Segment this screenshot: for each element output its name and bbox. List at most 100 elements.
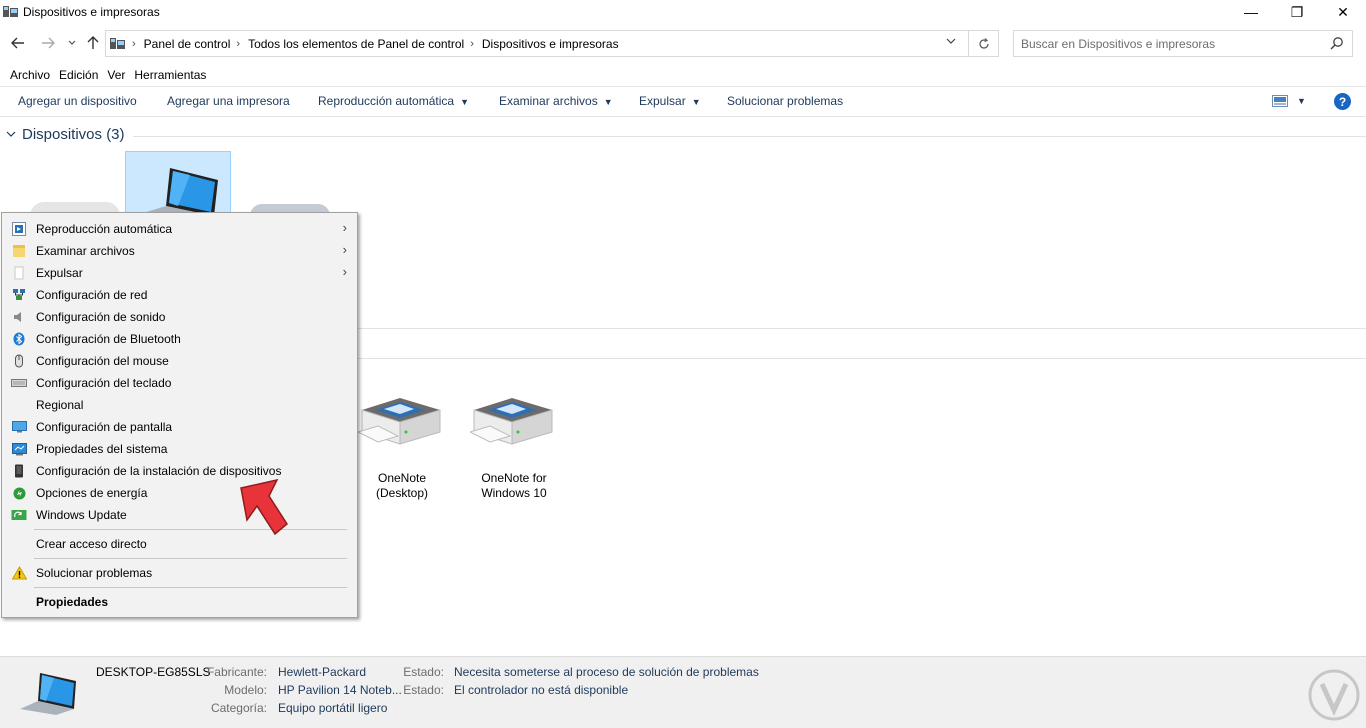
printer-name-line2: Windows 10 [481,486,547,500]
help-icon[interactable]: ? [1334,93,1351,110]
menu-item-network[interactable]: Configuración de red [4,284,355,306]
close-button[interactable]: ✕ [1320,0,1366,24]
model-label: Modelo: [224,683,267,697]
search-icon[interactable] [1330,36,1344,53]
red-arrow-icon [240,478,288,536]
add-device-button[interactable]: Agregar un dispositivo [18,94,137,108]
maximize-button[interactable]: ❐ [1274,0,1320,24]
submenu-arrow-icon: › [342,264,347,279]
add-printer-button[interactable]: Agregar una impresora [167,94,290,108]
printer-name-line1: OneNote [377,471,427,485]
breadcrumb-control-panel[interactable]: Panel de control [144,37,231,51]
address-bar[interactable]: › Panel de control › Todos los elementos… [105,30,999,57]
mouse-icon [11,353,27,369]
forward-arrow-icon[interactable] [38,33,58,53]
menu-item-label: Windows Update [36,508,127,522]
autoplay-button[interactable]: Reproducción automática ▼ [318,94,469,108]
menu-item-troubleshoot[interactable]: Solucionar problemas [4,562,355,584]
menu-herramientas[interactable]: Herramientas [131,66,212,86]
minimize-button[interactable]: — [1228,0,1274,24]
menu-item-system-properties[interactable]: Propiedades del sistema [4,438,355,460]
menu-item-device-installation[interactable]: Configuración de la instalación de dispo… [4,460,355,482]
search-box[interactable] [1013,30,1353,57]
submenu-arrow-icon: › [342,242,347,257]
menu-item-regional[interactable]: Regional [4,394,355,416]
menu-item-keyboard[interactable]: Configuración del teclado [4,372,355,394]
dropdown-caret-icon: ▼ [603,97,613,107]
eject-button[interactable]: Expulsar ▼ [639,94,701,108]
menu-item-label: Propiedades [36,595,109,609]
menu-item-bluetooth[interactable]: Configuración de Bluetooth [4,328,355,350]
warning-icon [11,565,27,581]
breadcrumb-separator-icon[interactable]: › [236,38,240,50]
autoplay-icon [11,221,27,237]
menu-item-label: Configuración de sonido [36,310,166,324]
bluetooth-icon [11,331,27,347]
printer-icon[interactable] [358,396,442,448]
command-bar: Agregar un dispositivo Agregar una impre… [0,86,1366,117]
search-input[interactable] [1014,36,1314,51]
menu-item-label: Reproducción automática [36,222,173,236]
menu-item-label: Regional [36,398,84,412]
breadcrumb-separator-icon[interactable]: › [132,38,136,50]
folder-icon [11,243,27,259]
menu-item-sound[interactable]: Configuración de sonido [4,306,355,328]
title-bar: Dispositivos e impresoras [0,0,1366,24]
menu-separator [34,587,347,588]
menu-item-label: Opciones de energía [36,486,148,500]
menu-item-create-shortcut[interactable]: Crear acceso directo [4,533,355,555]
menu-archivo[interactable]: Archivo [0,66,56,86]
printer-icon[interactable] [470,396,554,448]
refresh-icon[interactable] [968,31,998,56]
printer-label[interactable]: OneNote for Windows 10 [459,471,569,501]
menu-item-label: Solucionar problemas [36,566,153,580]
menu-item-label: Configuración del teclado [36,376,172,390]
up-arrow-icon[interactable] [83,33,103,53]
breadcrumb-all-items[interactable]: Todos los elementos de Panel de control [248,37,464,51]
menu-separator [34,558,347,559]
devices-group-header[interactable]: Dispositivos (3) [6,126,125,143]
menu-item-power-options[interactable]: Opciones de energía [4,482,355,504]
menu-item-label: Configuración de red [36,288,148,302]
collapse-chevron-icon[interactable] [6,129,16,141]
category-value: Equipo portátil ligero [278,701,388,715]
laptop-icon[interactable] [140,162,220,218]
menu-item-properties[interactable]: Propiedades [4,591,355,613]
manufacturer-value: Hewlett-Packard [278,665,367,679]
menu-edicion[interactable]: Edición [56,66,104,86]
recent-locations-chevron-icon[interactable] [62,33,82,53]
menu-item-display[interactable]: Configuración de pantalla [4,416,355,438]
menu-item-eject[interactable]: Expulsar › [4,262,355,284]
group-divider [356,328,1366,329]
control-panel-icon [110,37,125,49]
details-pane: DESKTOP-EG85SLS Fabricante: Hewlett-Pack… [0,656,1366,728]
speaker-icon [11,309,27,325]
eject-icon [11,265,27,281]
menu-item-browse-files[interactable]: Examinar archivos › [4,240,355,262]
breadcrumb-separator-icon[interactable]: › [470,38,474,50]
browse-files-button[interactable]: Examinar archivos ▼ [499,94,613,108]
menu-item-label: Configuración de pantalla [36,420,173,434]
menu-item-windows-update[interactable]: Windows Update [4,504,355,526]
submenu-arrow-icon: › [342,220,347,235]
devices-group-title: Dispositivos (3) [22,126,125,143]
menu-item-label: Expulsar [36,266,83,280]
status-label: Estado: [403,683,444,697]
menu-item-mouse[interactable]: Configuración del mouse [4,350,355,372]
view-dropdown-caret-icon: ▼ [1297,96,1306,106]
eject-label: Expulsar [639,94,686,108]
troubleshoot-button[interactable]: Solucionar problemas [727,94,843,108]
printer-label[interactable]: OneNote (Desktop) [347,471,457,501]
printer-name-line1: OneNote for [481,471,547,485]
breadcrumb-devices-printers[interactable]: Dispositivos e impresoras [482,37,619,51]
power-icon [11,485,27,501]
address-dropdown-chevron-icon[interactable] [946,36,956,47]
change-view-button[interactable]: ▼ [1272,95,1306,107]
menu-item-autoplay[interactable]: Reproducción automática › [4,218,355,240]
laptop-icon [20,673,76,715]
device-install-icon [11,463,27,479]
menu-separator [34,529,347,530]
menu-ver[interactable]: Ver [104,66,131,86]
back-arrow-icon[interactable] [8,33,28,53]
menu-item-label: Configuración del mouse [36,354,169,368]
